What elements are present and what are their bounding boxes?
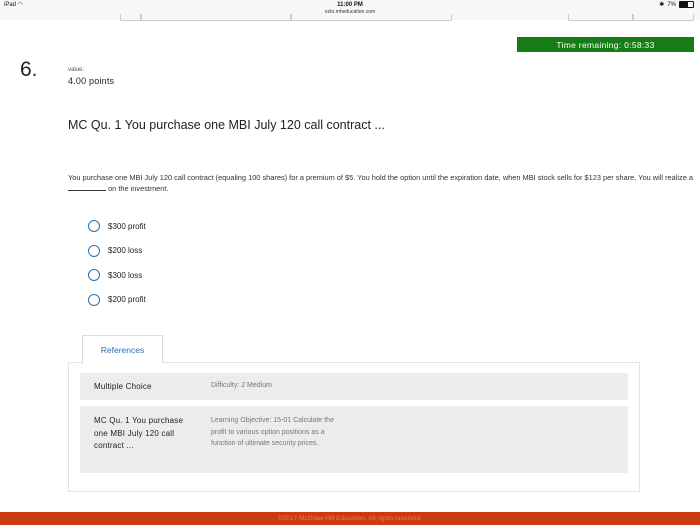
- radio-button[interactable]: [88, 293, 100, 306]
- option-label: $200 profit: [108, 295, 146, 305]
- value-label: value:: [68, 67, 85, 73]
- reference-row: MC Qu. 1 You purchase one MBI July 120 c…: [80, 406, 628, 473]
- bluetooth-icon: ✱: [659, 2, 665, 8]
- radio-button[interactable]: [88, 269, 100, 282]
- toolbar-button[interactable]: [568, 14, 634, 21]
- question-text-before: You purchase one MBI July 120 call contr…: [68, 173, 694, 182]
- battery-percent: 7%: [667, 1, 676, 8]
- battery-icon: [679, 1, 694, 8]
- difficulty-value: Difficulty: 2 Medium: [211, 382, 272, 389]
- toolbar-button[interactable]: [120, 14, 142, 21]
- option-label: $200 loss: [108, 246, 143, 256]
- time-remaining-banner: Time remaining: 0:58:33: [517, 37, 694, 52]
- radio-button[interactable]: [88, 244, 100, 257]
- points-value: 4.00 points: [68, 76, 115, 86]
- answer-option[interactable]: $200 profit: [88, 288, 146, 313]
- toolbar-button[interactable]: [632, 14, 694, 21]
- question-number: 6.: [20, 58, 38, 81]
- reference-row: Multiple Choice Difficulty: 2 Medium: [80, 373, 628, 400]
- reference-question-title: MC Qu. 1 You purchase one MBI July 120 c…: [94, 416, 184, 450]
- question-title: MC Qu. 1 You purchase one MBI July 120 c…: [68, 118, 385, 132]
- question-text: You purchase one MBI July 120 call contr…: [68, 172, 698, 194]
- question-text-after: on the investment.: [108, 184, 169, 193]
- status-right: ✱ 7%: [659, 1, 694, 8]
- answer-option[interactable]: $300 profit: [88, 214, 146, 239]
- answer-blank: [68, 190, 106, 191]
- answer-option[interactable]: $200 loss: [88, 239, 146, 264]
- radio-button[interactable]: [88, 220, 100, 233]
- references-tab[interactable]: References: [82, 335, 163, 364]
- browser-toolbar-strip: [0, 14, 700, 21]
- toolbar-field[interactable]: [140, 14, 292, 21]
- learning-objective: Learning Objective: 15-01 Calculate the …: [211, 417, 334, 447]
- option-label: $300 loss: [108, 270, 143, 280]
- copyright-footer: ©2017 McGraw-Hill Education. All rights …: [0, 512, 700, 525]
- clock: 11:00 PM: [337, 2, 363, 8]
- reference-type: Multiple Choice: [94, 382, 152, 391]
- answer-options: $300 profit $200 loss $300 loss $200 pro…: [88, 214, 146, 312]
- option-label: $300 profit: [108, 221, 146, 231]
- answer-option[interactable]: $300 loss: [88, 263, 146, 288]
- toolbar-field[interactable]: [290, 14, 452, 21]
